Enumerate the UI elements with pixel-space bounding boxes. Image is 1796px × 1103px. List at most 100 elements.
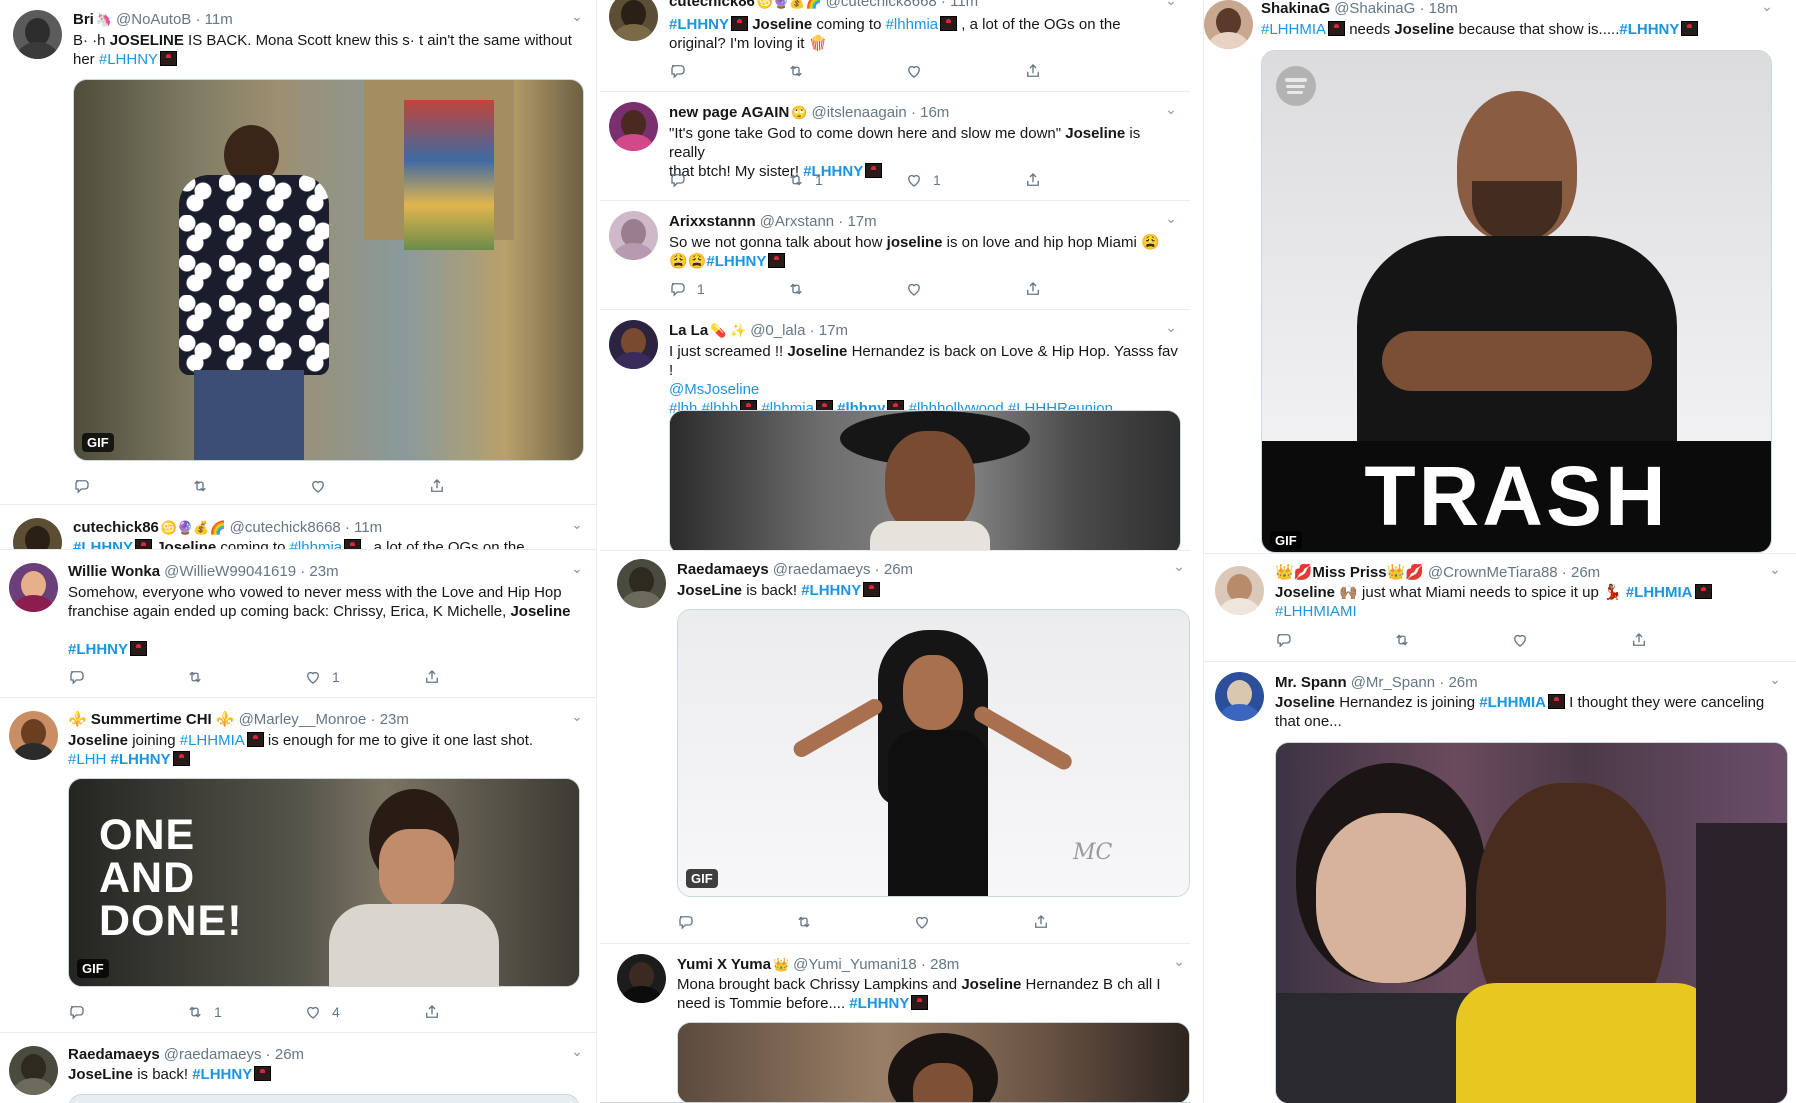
chevron-down-icon[interactable]: ⌄	[568, 8, 586, 25]
like-button[interactable]: 4	[304, 1003, 340, 1021]
chevron-down-icon[interactable]: ⌄	[1162, 101, 1180, 118]
avatar[interactable]	[609, 0, 658, 41]
hashtag-link[interactable]: #LHHNY	[73, 539, 133, 549]
author-handle[interactable]: @raedamaeys	[773, 561, 871, 578]
tweet-media[interactable]	[677, 1022, 1190, 1102]
author-name[interactable]: Mr. Spann	[1275, 674, 1347, 691]
avatar[interactable]	[609, 211, 658, 260]
avatar[interactable]	[1215, 566, 1264, 615]
author-handle[interactable]: @raedamaeys	[164, 1046, 262, 1063]
hashtag-link[interactable]: #LHHNY	[801, 582, 861, 599]
reply-button[interactable]	[73, 477, 101, 495]
author-name[interactable]: cutechick86	[73, 519, 159, 536]
avatar[interactable]	[609, 320, 658, 369]
author-handle[interactable]: @Marley__Monroe	[239, 711, 367, 728]
author-name[interactable]: Yumi X Yuma	[677, 956, 771, 973]
hashtag-link[interactable]: #LHHNY	[192, 1066, 252, 1083]
hashtag-link[interactable]: #lhhmia	[290, 539, 343, 549]
chevron-down-icon[interactable]: ⌄	[1766, 561, 1784, 578]
avatar[interactable]	[13, 518, 62, 549]
reply-button[interactable]	[669, 62, 697, 80]
author-handle[interactable]: @Arxstann	[760, 213, 834, 230]
author-name[interactable]: 👑💋Miss Priss👑💋	[1275, 564, 1424, 581]
timestamp[interactable]: 11m	[950, 0, 978, 10]
hashtag-link[interactable]: #LHHNY	[669, 16, 729, 33]
timestamp[interactable]: 26m	[1571, 564, 1600, 581]
hashtag-link[interactable]: #lhhmia	[886, 16, 939, 33]
tweet-media[interactable]	[669, 410, 1181, 550]
author-name[interactable]: ⚜️ Summertime CHI ⚜️	[68, 711, 235, 728]
tweet-card[interactable]: Raedamaeys @raedamaeys · 26m ⌄ JoseLine i…	[600, 551, 1190, 944]
chevron-down-icon[interactable]: ⌄	[1162, 210, 1180, 227]
hashtag-link[interactable]: #LHHMIA	[1261, 21, 1326, 38]
avatar[interactable]	[9, 1046, 58, 1095]
share-button[interactable]	[423, 668, 441, 686]
reply-button[interactable]	[677, 913, 705, 931]
author-name[interactable]: Arixxstannn	[669, 213, 756, 230]
tweet-card[interactable]: 👑💋Miss Priss👑💋 @CrownMeTiara88 · 26m ⌄ Jo…	[1204, 554, 1796, 662]
tweet-media[interactable]: TRASH GIF	[1261, 50, 1772, 553]
like-button[interactable]	[1511, 631, 1539, 649]
avatar[interactable]	[1204, 0, 1253, 49]
share-button[interactable]	[428, 477, 446, 495]
share-button[interactable]	[1630, 631, 1648, 649]
tweet-media[interactable]: GIF	[73, 79, 584, 461]
hashtag-link[interactable]: #LHHMIA	[1479, 694, 1546, 711]
timestamp[interactable]: 11m	[205, 11, 233, 28]
tweet-card[interactable]: Bri 🦄 @NoAutoB · 11m ⌄ B· ·h JOSELINE IS B…	[0, 0, 596, 505]
tweet-card[interactable]: new page AGAIN 🙄 @itslenaagain · 16m ⌄ "It…	[600, 92, 1190, 201]
avatar[interactable]	[9, 563, 58, 612]
retweet-button[interactable]	[787, 62, 815, 80]
author-handle[interactable]: @NoAutoB	[116, 11, 191, 28]
avatar[interactable]	[13, 10, 62, 59]
hashtag-link[interactable]: @MsJoseline	[669, 381, 759, 398]
timestamp[interactable]: 17m	[847, 213, 876, 230]
retweet-button[interactable]	[795, 913, 823, 931]
hashtag-link[interactable]: #LHHNY	[1619, 21, 1679, 38]
tweet-card[interactable]: Mr. Spann @Mr_Spann · 26m ⌄ Joseline Hern…	[1204, 662, 1796, 1103]
avatar[interactable]	[617, 559, 666, 608]
timestamp[interactable]: 16m	[920, 104, 949, 121]
hashtag-link[interactable]: #LHH	[68, 751, 106, 768]
reply-button[interactable]	[669, 171, 697, 189]
chevron-down-icon[interactable]: ⌄	[1766, 671, 1784, 688]
author-name[interactable]: Raedamaeys	[68, 1046, 160, 1063]
author-handle[interactable]: @Mr_Spann	[1351, 674, 1435, 691]
reply-button[interactable]: 1	[669, 280, 705, 298]
reply-button[interactable]	[68, 1003, 96, 1021]
share-button[interactable]	[1024, 280, 1042, 298]
chevron-down-icon[interactable]: ⌄	[568, 1043, 586, 1060]
retweet-button[interactable]: 1	[186, 1003, 222, 1021]
avatar[interactable]	[9, 711, 58, 760]
author-name[interactable]: La La	[669, 322, 708, 339]
tweet-card[interactable]: Raedamaeys @raedamaeys · 26m ⌄ JoseLine i…	[0, 1034, 596, 1103]
avatar[interactable]	[1215, 672, 1264, 721]
avatar[interactable]	[609, 102, 658, 151]
author-handle[interactable]: @ShakinaG	[1334, 0, 1415, 17]
like-button[interactable]: 1	[304, 668, 340, 686]
timestamp[interactable]: 11m	[354, 519, 382, 536]
timestamp[interactable]: 26m	[275, 1046, 304, 1063]
author-handle[interactable]: @Yumi_Yumani18	[793, 956, 917, 973]
share-button[interactable]	[1024, 171, 1042, 189]
timestamp[interactable]: 26m	[1448, 674, 1477, 691]
author-name[interactable]: new page AGAIN	[669, 104, 789, 121]
share-button[interactable]	[1032, 913, 1050, 931]
tweet-card[interactable]: cutechick86 ♋🔮💰🌈 @cutechick8668 · 11m ⌄ #L…	[0, 506, 596, 550]
chevron-down-icon[interactable]: ⌄	[1758, 0, 1776, 15]
avatar[interactable]	[617, 954, 666, 1003]
timestamp[interactable]: 23m	[309, 563, 338, 580]
tweet-card[interactable]: La La 💊 ✨ @0_lala · 17m ⌄ I just screamed …	[600, 310, 1190, 551]
like-button[interactable]	[309, 477, 337, 495]
author-handle[interactable]: @WillieW99041619	[164, 563, 296, 580]
tweet-card[interactable]: ⚜️ Summertime CHI ⚜️ @Marley__Monroe · 23…	[0, 698, 596, 1033]
author-name[interactable]: Willie Wonka	[68, 563, 160, 580]
tweet-media[interactable]: MC GIF	[677, 609, 1190, 897]
reply-button[interactable]	[1275, 631, 1303, 649]
author-handle[interactable]: @cutechick8668	[230, 519, 341, 536]
retweet-button[interactable]: 1	[787, 171, 823, 189]
author-name[interactable]: Bri	[73, 11, 94, 28]
retweet-button[interactable]	[1393, 631, 1421, 649]
chevron-down-icon[interactable]: ⌄	[568, 560, 586, 577]
timestamp[interactable]: 17m	[819, 322, 848, 339]
